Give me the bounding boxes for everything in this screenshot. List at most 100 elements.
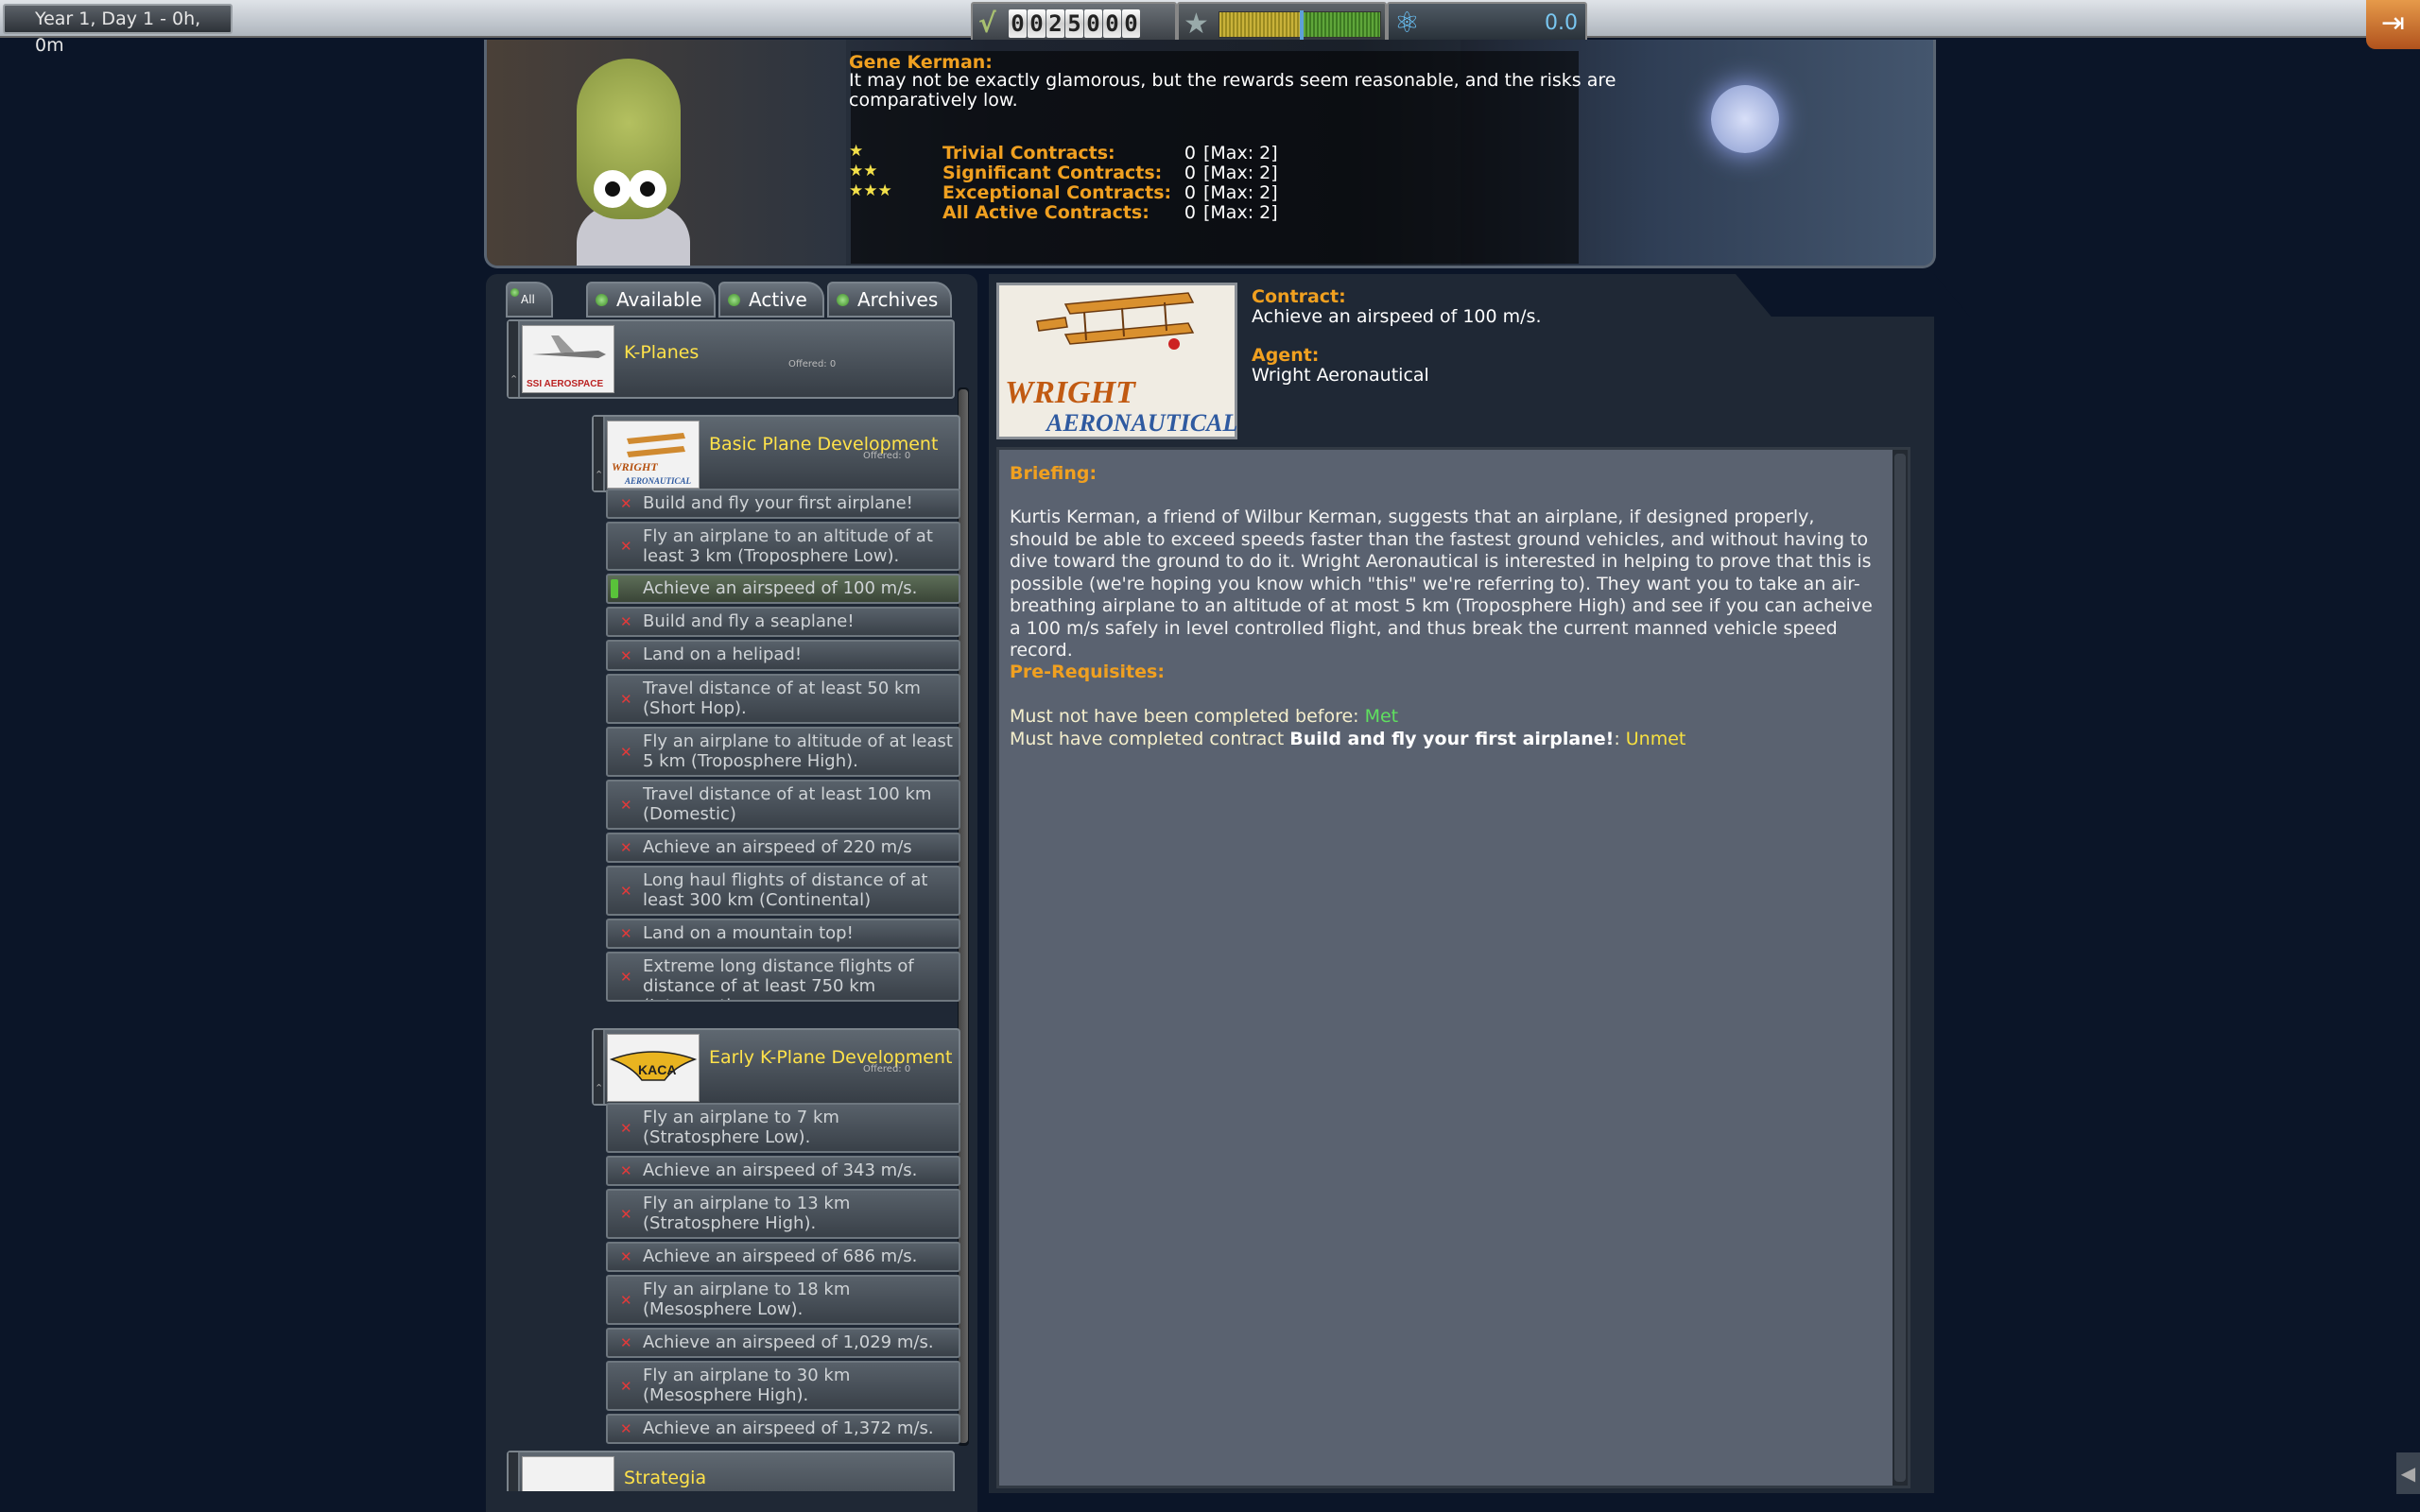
unmet-x-icon: ✕ <box>620 613 632 630</box>
collapse-handle[interactable]: ⌃ <box>594 417 605 490</box>
exit-button[interactable]: ⇥ <box>2366 0 2420 49</box>
prerequisite-status-met: Met <box>1364 706 1399 727</box>
count-value: 0 <box>1184 163 1196 183</box>
star-ratings: ★ ★★ ★★★ <box>849 142 892 201</box>
expand-arrow-icon[interactable]: ◀ <box>2396 1452 2420 1494</box>
unmet-x-icon: ✕ <box>620 495 632 512</box>
unmet-x-icon: ✕ <box>620 1162 632 1179</box>
contract-item-label: Fly an airplane to altitude of at least … <box>643 731 953 771</box>
prerequisites-heading: Pre-Requisites: <box>1010 662 1165 682</box>
group-offered: Offered: 0 <box>863 1064 911 1074</box>
group-title: K-Planes <box>624 342 700 363</box>
kerbal-portrait <box>577 59 681 219</box>
contract-item[interactable]: ✕ Long haul flights of distance of at lea… <box>606 866 960 916</box>
contract-item-label: Achieve an airspeed of 220 m/s <box>643 837 912 857</box>
unmet-x-icon: ✕ <box>620 1334 632 1351</box>
funds-digit: 5 <box>1065 9 1083 38</box>
funds-digit: 0 <box>1103 9 1121 38</box>
contract-item-label: Achieve an airspeed of 343 m/s. <box>643 1160 918 1180</box>
group-basic-plane-development[interactable]: ⌃ WRIGHT AERONAUTICAL Basic Plane Develop… <box>592 415 960 492</box>
prerequisite-row: Must not have been completed before: Met <box>1010 705 1398 728</box>
contract-item-label: Long haul flights of distance of at leas… <box>643 870 928 910</box>
contract-label: Contract: <box>1252 286 1346 307</box>
funds-digit: 0 <box>1009 9 1027 38</box>
contract-item-label: Land on a mountain top! <box>643 923 854 943</box>
strategia-logo <box>522 1456 614 1491</box>
contract-item[interactable]: ✕ Fly an airplane to altitude of at least… <box>606 727 960 777</box>
prerequisite-separator: : <box>1614 729 1626 749</box>
contract-item[interactable]: ✕ Achieve an airspeed of 686 m/s. <box>606 1242 960 1272</box>
unmet-x-icon: ✕ <box>620 1205 632 1223</box>
exit-icon: ⇥ <box>2380 7 2406 40</box>
contract-item-label: Build and fly your first airplane! <box>643 493 913 513</box>
logo-text: AERONAUTICAL <box>624 476 692 486</box>
contract-list: ⌃ SSI AEROSPACE K-Planes Offered: 0 ⌃ WR… <box>507 319 960 1491</box>
kerbal-eye <box>594 170 631 208</box>
briefing-scrollbar[interactable] <box>1893 450 1908 1486</box>
contract-item[interactable]: ✕ Build and fly a seaplane! <box>606 607 960 637</box>
kaca-logo: KACA <box>607 1034 700 1102</box>
contract-item[interactable]: ✕ Build and fly your first airplane! <box>606 489 960 519</box>
tab-archives[interactable]: Archives <box>827 282 952 318</box>
briefing-heading: Briefing: <box>1010 463 1098 484</box>
unmet-x-icon: ✕ <box>620 1291 632 1309</box>
contract-item-selected[interactable]: Achieve an airspeed of 100 m/s. <box>606 574 960 604</box>
collapse-handle[interactable]: ⌃ <box>594 1030 605 1104</box>
briefing-scrollbar-thumb[interactable] <box>1894 454 1906 1482</box>
contract-item[interactable]: ✕ Travel distance of at least 50 km (Shor… <box>606 674 960 724</box>
unmet-x-icon: ✕ <box>620 1119 632 1137</box>
wall-clock <box>1711 85 1779 153</box>
tab-all[interactable]: All <box>506 282 553 318</box>
prerequisite-row: Must have completed contract Build and f… <box>1010 728 1685 750</box>
count-row: Trivial Contracts: 0 [Max: 2] <box>942 144 1278 163</box>
contract-item[interactable]: ✕ Achieve an airspeed of 220 m/s <box>606 833 960 863</box>
agent-label: Agent: <box>1252 345 1320 366</box>
contract-item[interactable]: ✕ Fly an airplane to 13 km (Stratosphere … <box>606 1189 960 1239</box>
logo-text: WRIGHT <box>612 460 658 473</box>
contract-item-label: Fly an airplane to 18 km (Mesosphere Low… <box>643 1280 851 1319</box>
count-value: 0 <box>1184 143 1196 163</box>
reputation-needle <box>1300 10 1304 41</box>
unmet-x-icon: ✕ <box>620 925 632 942</box>
tab-available[interactable]: Available <box>586 282 716 318</box>
reputation-display: ★ <box>1177 2 1387 43</box>
unmet-x-icon: ✕ <box>620 743 632 761</box>
group-early-k-plane-development[interactable]: ⌃ KACA Early K-Plane Development Offered… <box>592 1028 960 1106</box>
funds-digit: 0 <box>1028 9 1046 38</box>
contract-item-label: Achieve an airspeed of 1,029 m/s. <box>643 1332 934 1352</box>
contract-item[interactable]: ✕ Achieve an airspeed of 343 m/s. <box>606 1156 960 1186</box>
unmet-x-icon: ✕ <box>620 538 632 555</box>
count-row: Significant Contracts: 0 [Max: 2] <box>942 163 1278 183</box>
contract-item[interactable]: ✕ Land on a mountain top! <box>606 919 960 949</box>
logo-text: SSI AEROSPACE <box>527 379 603 389</box>
kerbal-eye <box>629 170 666 208</box>
collapse-handle[interactable] <box>509 1452 520 1491</box>
contract-item-label: Achieve an airspeed of 1,372 m/s. <box>643 1418 934 1438</box>
contract-item[interactable]: ✕ Achieve an airspeed of 1,372 m/s. <box>606 1414 960 1444</box>
count-label: All Active Contracts: <box>942 202 1150 223</box>
contract-item[interactable]: ✕ Achieve an airspeed of 1,029 m/s. <box>606 1328 960 1358</box>
tab-active[interactable]: Active <box>718 282 824 318</box>
contract-item[interactable]: ✕ Fly an airplane to 7 km (Stratosphere L… <box>606 1103 960 1153</box>
count-max: [Max: 2] <box>1203 143 1278 163</box>
group-k-planes[interactable]: ⌃ SSI AEROSPACE K-Planes Offered: 0 <box>507 319 955 399</box>
contract-item[interactable]: ✕ Fly an airplane to an altitude of at le… <box>606 522 960 571</box>
group-strategia[interactable]: Strategia <box>507 1451 955 1491</box>
star-rating-2: ★★ <box>849 162 878 180</box>
collapse-handle[interactable]: ⌃ <box>509 321 520 397</box>
agent-logo: WRIGHT AERONAUTICAL <box>996 283 1237 439</box>
contract-item[interactable]: ✕ Extreme long distance flights of distan… <box>606 952 960 1002</box>
contract-item[interactable]: ✕ Travel distance of at least 100 km (Dom… <box>606 780 960 830</box>
logo-text: KACA <box>638 1062 676 1077</box>
group-title: Strategia <box>624 1468 707 1488</box>
reputation-gauge <box>1219 10 1381 41</box>
unmet-x-icon: ✕ <box>620 968 632 986</box>
contract-item[interactable]: ✕ Fly an airplane to 18 km (Mesosphere Lo… <box>606 1275 960 1325</box>
contract-item[interactable]: ✕ Fly an airplane to 30 km (Mesosphere Hi… <box>606 1361 960 1411</box>
contract-item-label: Fly an airplane to 13 km (Stratosphere H… <box>643 1194 851 1233</box>
count-label: Exceptional Contracts: <box>942 182 1172 203</box>
briefing-text: Kurtis Kerman, a friend of Wilbur Kerman… <box>1010 507 1873 661</box>
contract-item[interactable]: ✕ Land on a helipad! <box>606 640 960 671</box>
prerequisite-status-unmet: Unmet <box>1625 729 1686 749</box>
star-rating-1: ★ <box>849 142 864 161</box>
